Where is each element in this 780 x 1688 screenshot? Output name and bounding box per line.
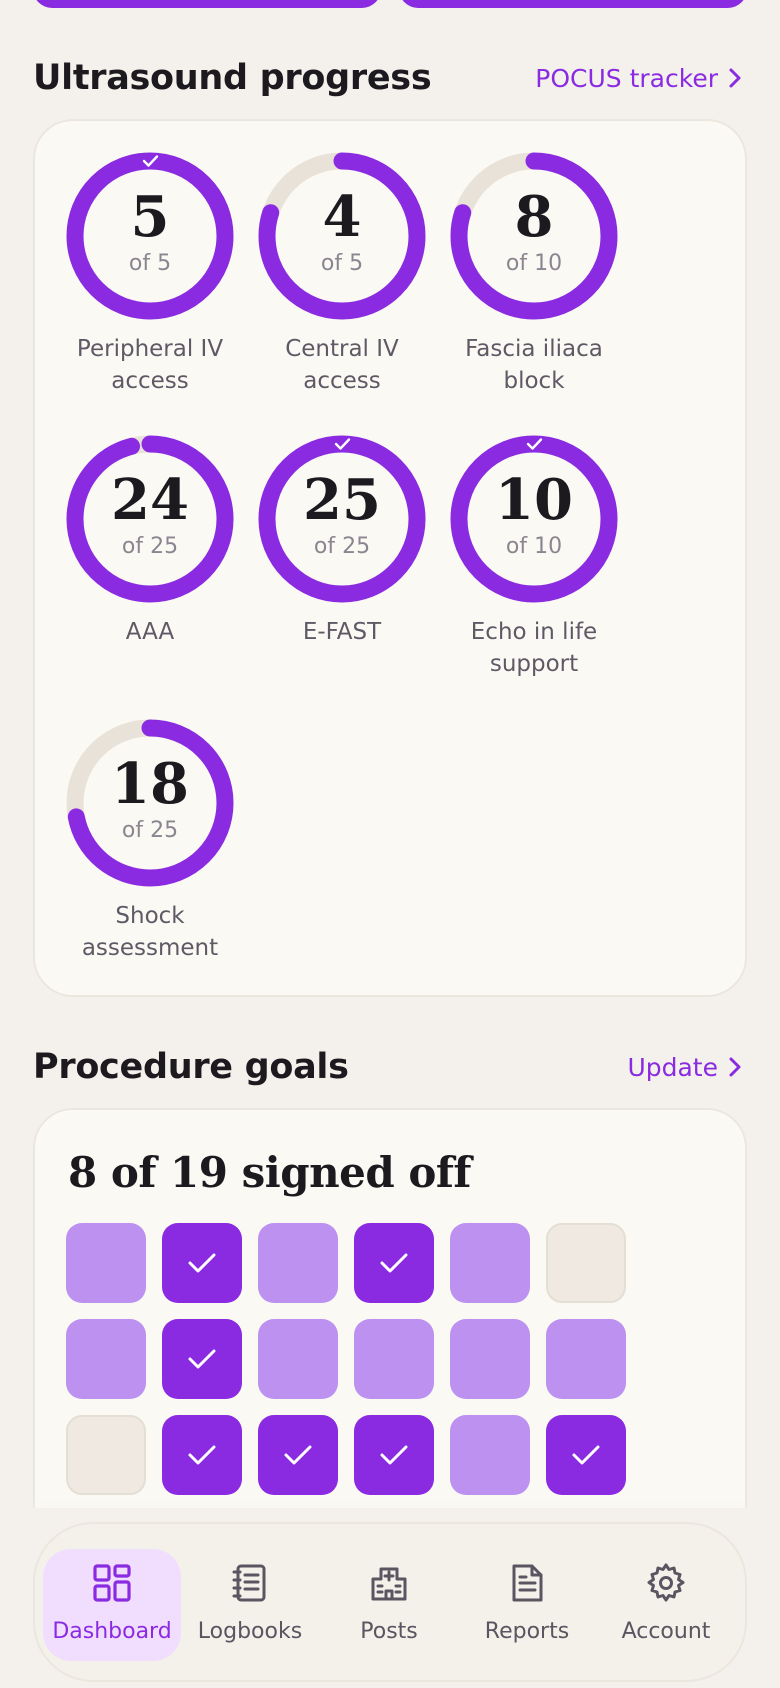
ring-label: Peripheral IV access	[76, 336, 224, 394]
goal-tile-pending[interactable]	[354, 1319, 434, 1399]
goal-tile-pending[interactable]	[546, 1319, 626, 1399]
ring-label: AAA	[125, 619, 175, 645]
goal-tile-done[interactable]	[162, 1415, 242, 1495]
nav-item-account[interactable]: Account	[597, 1549, 735, 1661]
ultrasound-card: 5 of 5 Peripheral IV access 4 of 5 Central IV…	[33, 119, 747, 997]
goal-tile-done[interactable]	[354, 1415, 434, 1495]
nav-item-posts[interactable]: Posts	[320, 1549, 458, 1661]
gear-icon	[647, 1563, 685, 1602]
procedures-title: Procedure goals	[33, 1047, 349, 1087]
ring-label: Central IV access	[285, 336, 399, 394]
goal-tile-done[interactable]	[162, 1319, 242, 1399]
ring-total: of 10	[505, 534, 563, 559]
ring-total: of 25	[313, 534, 371, 559]
pocus-tracker-link[interactable]: POCUS tracker	[535, 64, 742, 93]
top-right-button[interactable]	[399, 0, 747, 8]
ring-total: of 5	[128, 251, 172, 276]
top-left-button[interactable]	[33, 0, 381, 8]
goal-tile-empty[interactable]	[546, 1223, 626, 1303]
goal-tile-done[interactable]	[354, 1223, 434, 1303]
procedures-header: Procedure goals Update	[33, 1045, 742, 1089]
ring-item[interactable]: 24 of 25 AAA	[65, 434, 235, 648]
ring-label: Fascia iliaca block	[465, 336, 603, 394]
check-icon	[188, 1445, 216, 1465]
ring-total: of 25	[121, 818, 179, 843]
nav-item-dashboard[interactable]: Dashboard	[43, 1549, 181, 1661]
check-icon	[380, 1253, 408, 1273]
logbook-icon	[232, 1564, 266, 1602]
chevron-right-icon	[729, 1057, 741, 1077]
ring-count: 18	[111, 751, 189, 817]
goal-tile-empty[interactable]	[66, 1415, 146, 1495]
ring-item[interactable]: 10 of 10 Echo in life support	[449, 434, 619, 680]
nav-label: Dashboard	[52, 1619, 172, 1644]
hospital-icon	[371, 1567, 407, 1601]
ring-item[interactable]: 4 of 5 Central IV access	[257, 151, 427, 397]
ring-total: of 10	[505, 251, 563, 276]
ring-total: of 25	[121, 534, 179, 559]
goal-tile-done[interactable]	[162, 1223, 242, 1303]
ring-count: 5	[130, 184, 170, 250]
goal-tile-pending[interactable]	[450, 1223, 530, 1303]
check-icon	[380, 1445, 408, 1465]
ring-item[interactable]: 25 of 25 E-FAST	[257, 434, 427, 648]
goal-tile-pending[interactable]	[450, 1415, 530, 1495]
nav-label: Logbooks	[197, 1619, 303, 1644]
check-icon	[572, 1445, 600, 1465]
nav-label: Posts	[360, 1619, 418, 1644]
ring-label: E-FAST	[302, 619, 382, 645]
nav-item-reports[interactable]: Reports	[458, 1549, 596, 1661]
ring-count: 4	[322, 184, 362, 250]
update-link[interactable]: Update	[627, 1053, 742, 1082]
nav-item-logbooks[interactable]: Logbooks	[181, 1549, 319, 1661]
ring-count: 24	[111, 467, 189, 533]
update-label: Update	[627, 1052, 718, 1082]
ring-item[interactable]: 18 of 25 Shock assessment	[65, 718, 235, 964]
ring-label: Echo in life support	[470, 619, 598, 677]
ring-total: of 5	[320, 251, 364, 276]
nav-label: Account	[621, 1619, 711, 1644]
ring-count: 10	[495, 467, 573, 533]
ring-label: Shock assessment	[81, 903, 219, 961]
ring-item[interactable]: 5 of 5 Peripheral IV access	[65, 151, 235, 397]
goals-summary: 8 of 19 signed off	[68, 1148, 471, 1197]
chevron-right-icon	[729, 68, 741, 88]
ring-count: 25	[303, 467, 381, 533]
goal-tile-pending[interactable]	[66, 1319, 146, 1399]
bottom-nav: Dashboard Logbooks Posts Reports Account	[33, 1522, 747, 1682]
ring-item[interactable]: 8 of 10 Fascia iliaca block	[449, 151, 619, 397]
goal-tile-pending[interactable]	[450, 1319, 530, 1399]
ultrasound-title: Ultrasound progress	[33, 58, 432, 98]
ultrasound-header: Ultrasound progress POCUS tracker	[33, 56, 742, 100]
check-icon	[188, 1349, 216, 1369]
check-icon	[188, 1253, 216, 1273]
goal-tile-pending[interactable]	[258, 1223, 338, 1303]
goal-tile-pending[interactable]	[258, 1319, 338, 1399]
goal-tile-done[interactable]	[258, 1415, 338, 1495]
goal-tile-done[interactable]	[546, 1415, 626, 1495]
check-icon	[284, 1445, 312, 1465]
ring-count: 8	[514, 184, 554, 250]
dashboard-icon	[93, 1564, 131, 1602]
goal-tile-pending[interactable]	[66, 1223, 146, 1303]
pocus-tracker-label: POCUS tracker	[535, 63, 718, 93]
nav-label: Reports	[484, 1619, 570, 1644]
report-icon	[512, 1564, 543, 1602]
